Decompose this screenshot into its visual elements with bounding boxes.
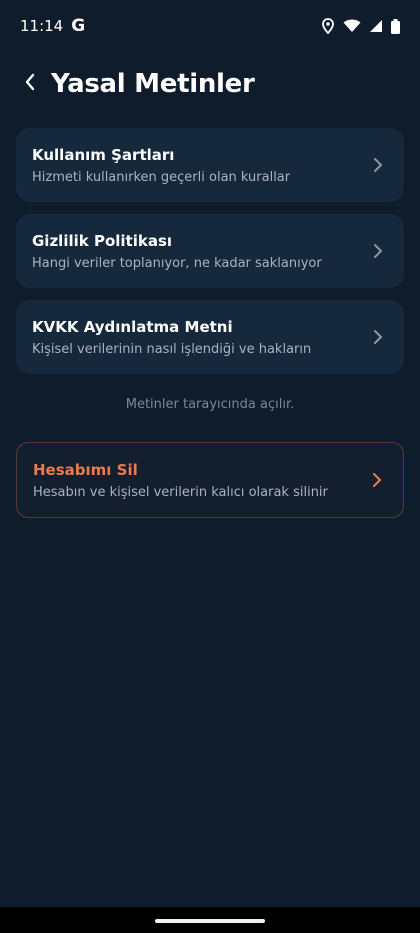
app-bar: Yasal Metinler: [0, 62, 420, 106]
item-title: KVKK Aydınlatma Metni: [32, 317, 233, 336]
wifi-icon: [343, 19, 361, 33]
item-subtitle: Hizmeti kullanırken geçerli olan kuralla…: [32, 169, 291, 185]
item-title: Hesabımı Sil: [33, 460, 138, 479]
terms-of-use-item[interactable]: Kullanım Şartları Hizmeti kullanırken ge…: [16, 128, 404, 202]
home-indicator[interactable]: [155, 919, 265, 923]
battery-icon: [391, 18, 400, 34]
legal-texts-list: Kullanım Şartları Hizmeti kullanırken ge…: [16, 128, 404, 386]
item-title: Gizlilik Politikası: [32, 231, 173, 250]
item-subtitle: Hangi veriler toplanıyor, ne kadar sakla…: [32, 255, 322, 271]
page-title: Yasal Metinler: [51, 69, 255, 99]
chevron-right-icon: [367, 472, 387, 488]
google-icon: G: [71, 16, 86, 36]
chevron-right-icon: [368, 243, 388, 259]
card-text: Kullanım Şartları Hizmeti kullanırken ge…: [32, 146, 290, 185]
system-nav-bar: [0, 907, 420, 933]
back-button[interactable]: [8, 62, 52, 106]
status-left: 11:14 G: [20, 16, 85, 36]
signal-icon: [369, 19, 383, 33]
browser-note: Metinler tarayıcında açılır.: [125, 397, 295, 412]
chevron-right-icon: [368, 157, 388, 173]
item-subtitle: Kişisel verilerinin nasıl işlendiği ve h…: [32, 341, 312, 357]
location-icon: [321, 18, 335, 34]
item-title: Kullanım Şartları: [32, 145, 175, 164]
status-time: 11:14: [20, 17, 64, 35]
card-text: KVKK Aydınlatma Metni Kişisel verilerini…: [32, 318, 311, 357]
card-text: Gizlilik Politikası Hangi veriler toplan…: [32, 232, 322, 271]
privacy-policy-item[interactable]: Gizlilik Politikası Hangi veriler toplan…: [16, 214, 404, 288]
back-arrow-icon: [23, 72, 37, 96]
item-subtitle: Hesabın ve kişisel verilerin kalıcı olar…: [33, 484, 328, 500]
kvkk-notice-item[interactable]: KVKK Aydınlatma Metni Kişisel verilerini…: [16, 300, 404, 374]
card-text: Hesabımı Sil Hesabın ve kişisel verileri…: [33, 461, 328, 500]
status-icons: [321, 18, 400, 34]
delete-account-item[interactable]: Hesabımı Sil Hesabın ve kişisel verileri…: [16, 442, 404, 518]
chevron-right-icon: [368, 329, 388, 345]
status-bar: 11:14 G: [0, 0, 420, 52]
